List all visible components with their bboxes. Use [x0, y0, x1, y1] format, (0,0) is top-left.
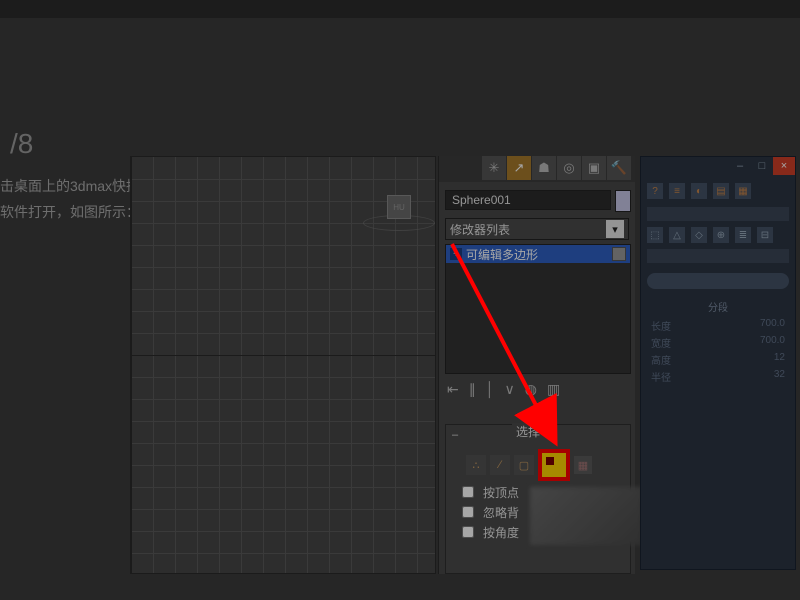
tutorial-overlay: [0, 0, 800, 600]
